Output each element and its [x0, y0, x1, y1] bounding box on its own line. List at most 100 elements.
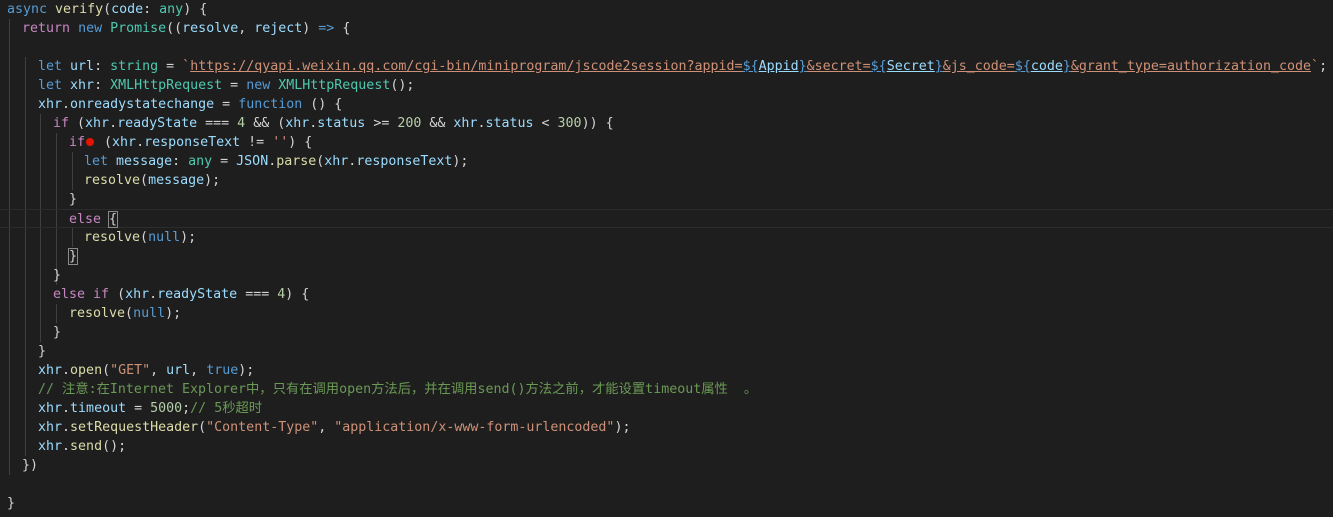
code-line-13[interactable]: resolve(null); [84, 228, 196, 247]
punct: } [7, 496, 16, 511]
punct: ) [302, 21, 319, 36]
url-link[interactable]: &js_code= [943, 59, 1015, 74]
punct: ( [103, 2, 112, 17]
punct: } [53, 268, 62, 283]
code-line-14[interactable]: } [67, 247, 79, 266]
string-literal: "GET" [110, 363, 151, 378]
punct: , [238, 21, 255, 36]
template-delim: ${ [1014, 59, 1031, 74]
indent-guide [9, 19, 10, 475]
prop-readystate: readyState [117, 116, 198, 131]
prop-status: status [485, 116, 534, 131]
punct: . [62, 363, 71, 378]
punct: != [240, 135, 273, 150]
var-url: url [166, 363, 191, 378]
code-line-19[interactable]: } [38, 342, 46, 361]
indent-guide [72, 228, 73, 247]
code-line-22[interactable]: xhr.timeout = 5000;// 5秒超时 [38, 399, 262, 418]
code-line-27[interactable]: } [7, 494, 15, 513]
punct: }) [22, 458, 39, 473]
code-line-4[interactable]: let url: string = `https://qyapi.weixin.… [38, 57, 1327, 76]
prop-onreadystatechange: onreadystatechange [70, 97, 215, 112]
punct: = [126, 401, 151, 416]
punct: ( [198, 420, 207, 435]
keyword-if: if [53, 116, 70, 131]
var-xhr: xhr [85, 116, 110, 131]
url-link[interactable]: &grant_type=authorization_code [1071, 59, 1311, 74]
param-reject: reject [254, 21, 303, 36]
breakpoint-icon[interactable] [86, 138, 95, 146]
type-xmlhttprequest: XMLHttpRequest [278, 78, 391, 93]
punct: (); [102, 439, 127, 454]
keyword-new: new [246, 78, 271, 93]
code-line-23[interactable]: xhr.setRequestHeader("Content-Type", "ap… [38, 418, 630, 437]
code-line-5[interactable]: let xhr: XMLHttpRequest = new XMLHttpReq… [38, 76, 414, 95]
code-line-1[interactable]: async verify(code: any) { [7, 0, 207, 19]
template-delim: } [798, 59, 807, 74]
code-line-6[interactable]: xhr.onreadystatechange = function () { [38, 95, 342, 114]
var-xhr: xhr [38, 401, 63, 416]
code-line-15[interactable]: } [53, 266, 61, 285]
keyword-null: null [148, 230, 181, 245]
punct: . [62, 97, 71, 112]
punct: : [94, 78, 111, 93]
punct: ) { [288, 135, 313, 150]
punct: && ( [245, 116, 286, 131]
code-line-21[interactable]: // 注意:在Internet Explorer中，只有在调用open方法后，并… [38, 380, 757, 399]
keyword-new: new [78, 21, 103, 36]
code-line-7[interactable]: if (xhr.readyState === 4 && (xhr.status … [53, 114, 614, 133]
indent-guide [40, 114, 41, 342]
code-line-11[interactable]: } [69, 190, 77, 209]
var-xhr: xhr [112, 135, 137, 150]
punct: . [62, 420, 71, 435]
template-var-secret: Secret [886, 59, 935, 74]
keyword-null: null [133, 306, 166, 321]
punct: . [62, 439, 71, 454]
type-xmlhttprequest: XMLHttpRequest [110, 78, 223, 93]
param-resolve: resolve [182, 21, 239, 36]
punct: ); [614, 420, 631, 435]
punct: ( [102, 363, 111, 378]
string-literal: "application/x-www-form-urlencoded" [334, 420, 615, 435]
code-line-2[interactable]: return new Promise((resolve, reject) => … [22, 19, 350, 38]
code-editor[interactable]: async verify(code: any) { return new Pro… [0, 0, 1333, 517]
function-resolve: resolve [84, 230, 141, 245]
code-line-20[interactable]: xhr.open("GET", url, true); [38, 361, 254, 380]
indent-guide [25, 57, 26, 456]
punct: ( [109, 287, 126, 302]
var-xhr: xhr [453, 116, 478, 131]
number: 5000 [150, 401, 183, 416]
punct: : [172, 154, 189, 169]
punct: (( [166, 21, 183, 36]
punct: : [143, 2, 160, 17]
code-line-25[interactable]: }) [22, 456, 38, 475]
punct: } [53, 325, 62, 340]
punct: . [149, 287, 158, 302]
punct: : [94, 59, 111, 74]
punct: ( [140, 230, 149, 245]
code-line-8[interactable]: if (xhr.responseText != '') { [69, 133, 312, 152]
url-link[interactable]: &secret= [807, 59, 871, 74]
var-xhr: xhr [38, 97, 63, 112]
keyword-if: if [93, 287, 110, 302]
punct: === [237, 287, 278, 302]
template-backtick: ` [182, 59, 191, 74]
punct: ); [238, 363, 255, 378]
code-line-18[interactable]: } [53, 323, 61, 342]
type-string: string [110, 59, 159, 74]
punct: < [533, 116, 558, 131]
code-line-9[interactable]: let message: any = JSON.parse(xhr.respon… [84, 152, 468, 171]
code-line-24[interactable]: xhr.send(); [38, 437, 126, 456]
punct: ; [1319, 59, 1328, 74]
code-line-10[interactable]: resolve(message); [84, 171, 220, 190]
template-delim: ${ [870, 59, 887, 74]
punct: ); [165, 306, 182, 321]
url-link[interactable]: https://qyapi.weixin.qq.com/cgi-bin/mini… [190, 59, 742, 74]
code-line-16[interactable]: else if (xhr.readyState === 4) { [53, 285, 309, 304]
function-open: open [70, 363, 103, 378]
punct: ( [125, 306, 134, 321]
template-var-code: code [1030, 59, 1063, 74]
code-line-17[interactable]: resolve(null); [69, 304, 181, 323]
code-line-12-current[interactable]: else { [0, 209, 1333, 228]
type-promise: Promise [110, 21, 167, 36]
